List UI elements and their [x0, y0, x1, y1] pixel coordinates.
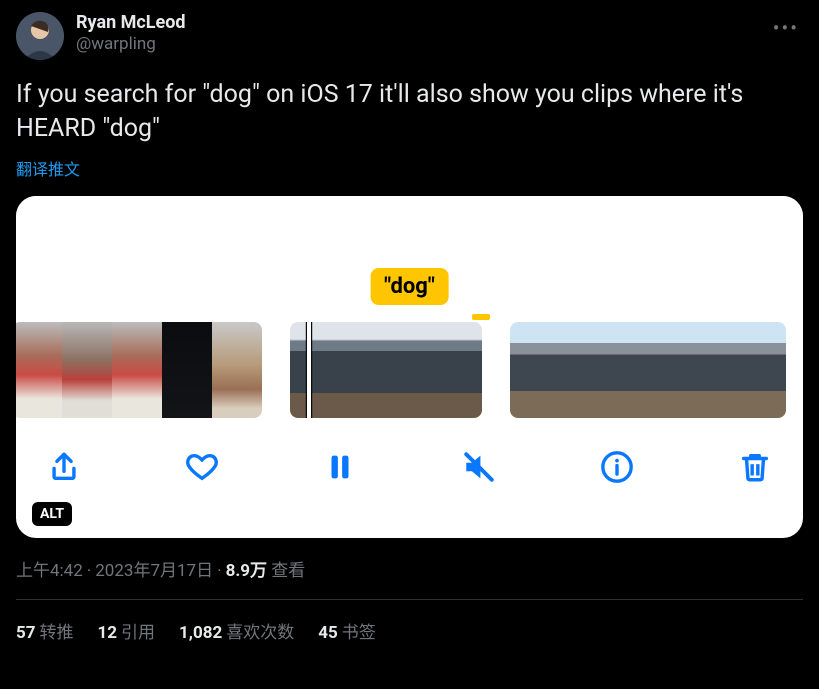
- video-timeline[interactable]: [16, 322, 803, 418]
- clip-thumbnail: [162, 322, 212, 418]
- media-toolbar: [16, 418, 803, 514]
- alt-badge[interactable]: ALT: [32, 502, 72, 526]
- stat-count: 1,082: [179, 623, 222, 643]
- clip-thumbnail: [556, 322, 602, 418]
- clip-thumbnail: [740, 322, 786, 418]
- stat-label: 转推: [40, 623, 74, 643]
- tweet-meta: 上午4:42·2023年7月17日·8.9万 查看: [16, 556, 803, 581]
- more-button[interactable]: •••: [769, 12, 803, 44]
- clip-thumbnail: [62, 322, 112, 418]
- clip-thumbnail: [290, 322, 354, 418]
- clip-group[interactable]: [16, 322, 262, 418]
- tweet-body: If you search for "dog" on iOS 17 it'll …: [16, 78, 803, 146]
- clip-thumbnail: [694, 322, 740, 418]
- media-preview-area: "dog": [16, 196, 803, 308]
- translate-link[interactable]: 翻译推文: [16, 156, 80, 180]
- stat-label: 引用: [121, 623, 155, 643]
- stat-count: 45: [318, 623, 338, 643]
- pause-button[interactable]: [320, 447, 360, 487]
- display-name[interactable]: Ryan McLeod: [76, 12, 803, 34]
- clip-thumbnail: [112, 322, 162, 418]
- meta-separator: ·: [87, 561, 91, 581]
- meta-separator: ·: [217, 561, 221, 581]
- avatar-image: [16, 12, 64, 60]
- bookmarks-stat[interactable]: 45书签: [318, 618, 376, 643]
- info-button[interactable]: [597, 447, 637, 487]
- tweet-container: Ryan McLeod @warpling ••• If you search …: [0, 0, 819, 661]
- mute-button[interactable]: [459, 447, 499, 487]
- handle[interactable]: @warpling: [76, 34, 803, 54]
- playhead-cursor[interactable]: [306, 322, 312, 418]
- share-button[interactable]: [44, 447, 84, 487]
- clip-thumbnail: [602, 322, 648, 418]
- trash-icon: [738, 450, 772, 484]
- pause-icon: [323, 450, 357, 484]
- clip-group[interactable]: [290, 322, 482, 418]
- delete-button[interactable]: [735, 447, 775, 487]
- timeline-match-marker: [472, 314, 490, 320]
- stat-count: 12: [98, 623, 118, 643]
- media-attachment[interactable]: "dog": [16, 196, 803, 538]
- clip-thumbnail: [212, 322, 262, 418]
- clip-group[interactable]: [510, 322, 786, 418]
- clip-thumbnail: [354, 322, 418, 418]
- heart-icon: [185, 450, 219, 484]
- more-icon: •••: [773, 16, 799, 40]
- share-icon: [47, 450, 81, 484]
- retweets-stat[interactable]: 57转推: [16, 618, 74, 643]
- info-icon: [600, 450, 634, 484]
- clip-thumbnail: [418, 322, 482, 418]
- tweet-date[interactable]: 2023年7月17日: [95, 561, 213, 581]
- tweet-header: Ryan McLeod @warpling •••: [16, 12, 803, 60]
- mute-icon: [462, 450, 496, 484]
- tweet-stats: 57转推 12引用 1,082喜欢次数 45书签: [16, 600, 803, 661]
- views-label: 查看: [271, 561, 305, 581]
- avatar[interactable]: [16, 12, 64, 60]
- quotes-stat[interactable]: 12引用: [98, 618, 156, 643]
- stat-count: 57: [16, 623, 36, 643]
- user-block: Ryan McLeod @warpling: [76, 12, 803, 54]
- clip-thumbnail: [16, 322, 62, 418]
- views-count[interactable]: 8.9万: [226, 561, 267, 581]
- stat-label: 书签: [342, 623, 376, 643]
- like-button[interactable]: [182, 447, 222, 487]
- clip-thumbnail: [510, 322, 556, 418]
- search-term-pill: "dog": [370, 268, 449, 305]
- stat-label: 喜欢次数: [226, 623, 294, 643]
- likes-stat[interactable]: 1,082喜欢次数: [179, 618, 294, 643]
- clip-thumbnail: [648, 322, 694, 418]
- tweet-time[interactable]: 上午4:42: [16, 561, 83, 581]
